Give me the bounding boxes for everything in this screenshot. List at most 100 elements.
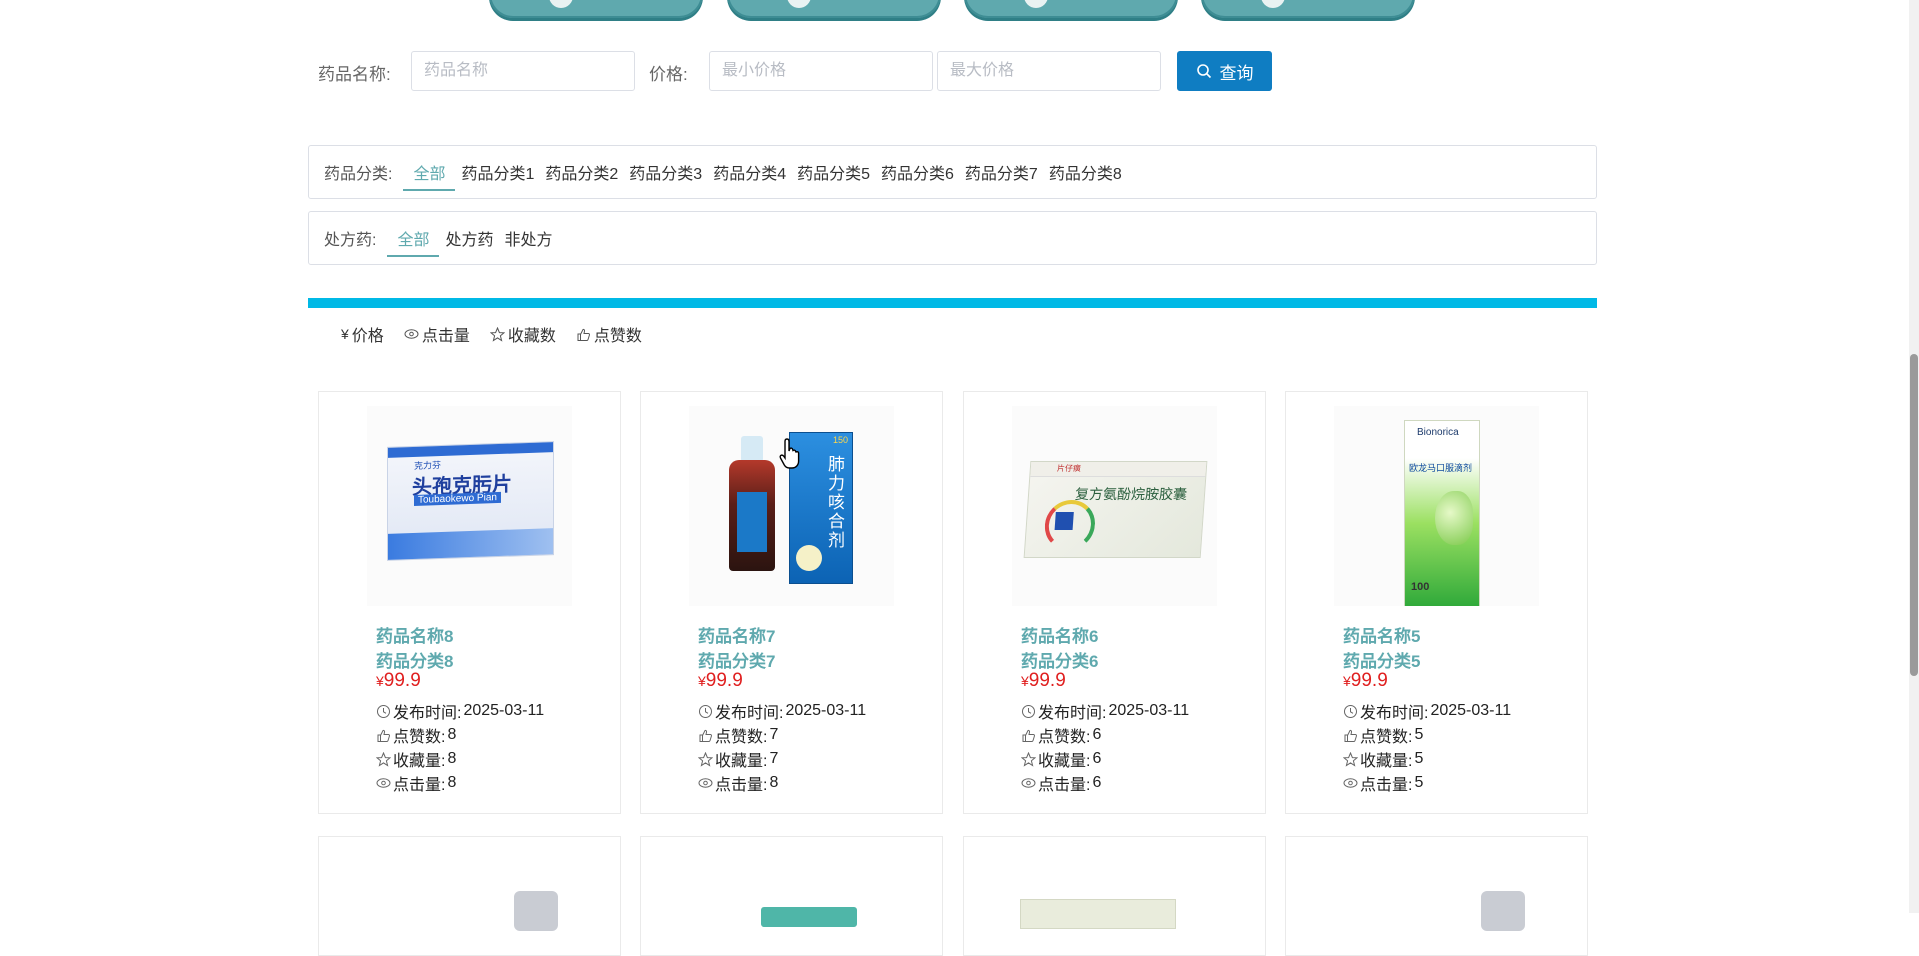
prescription-filter-label: 处方药:	[324, 232, 377, 249]
category-7[interactable]: 药品分类7	[965, 154, 1038, 190]
clicks-label: 点击量:	[393, 777, 446, 794]
product-card[interactable]: 片仔癀 复方氨酚烷胺胶囊 药品名称6 药品分类6 ¥99.9 发布时间: 2025-03-1…	[963, 391, 1266, 814]
thumbs-up-icon	[577, 328, 590, 341]
prescription-filter: 处方药: 全部 处方药 非处方	[308, 211, 1597, 265]
favorites-value: 6	[1092, 750, 1102, 767]
min-price-input[interactable]	[709, 51, 933, 91]
scrollbar-thumb[interactable]	[1910, 354, 1918, 676]
publish-date: 发布时间: 2025-03-11	[698, 699, 866, 723]
search-button[interactable]: 查询	[1177, 51, 1272, 91]
product-card-partial[interactable]	[1285, 836, 1588, 956]
clicks-value: 5	[1414, 774, 1424, 791]
currency-symbol: ¥	[1021, 673, 1029, 689]
product-card[interactable]: Bionorica 欧龙马口服滴剂 100 药品名称5 药品分类5 ¥99.9 发布时间: 2…	[1285, 391, 1588, 814]
clicks-count: 点击量: 6	[1021, 771, 1101, 795]
likes-count: 点赞数: 7	[698, 723, 778, 747]
product-category: 药品分类7	[698, 652, 776, 671]
product-card[interactable]: 克力芬 头孢克肟片 Toubaokewo Pian 药品名称8 药品分类8 ¥99.9 发布…	[318, 391, 621, 814]
category-6[interactable]: 药品分类6	[881, 154, 954, 190]
eye-icon	[698, 778, 713, 788]
sort-clicks[interactable]: 点击量	[404, 322, 470, 346]
price-value: 99.9	[383, 670, 421, 691]
sort-price[interactable]: ¥ 价格	[341, 322, 384, 346]
eye-icon	[404, 329, 419, 339]
product-price: ¥99.9	[698, 670, 743, 692]
top-nav-pill-2[interactable]	[727, 0, 941, 18]
rx-prescription[interactable]: 处方药	[445, 220, 493, 256]
rx-otc[interactable]: 非处方	[504, 220, 552, 256]
top-nav-pill-1[interactable]	[489, 0, 703, 18]
product-card-partial[interactable]	[640, 836, 943, 956]
currency-symbol: ¥	[376, 673, 384, 689]
drug-name-label: 药品名称:	[318, 65, 391, 84]
product-image-brand: 片仔癀	[1056, 464, 1082, 473]
thumbs-up-icon	[1022, 729, 1035, 742]
product-price: ¥99.9	[1343, 670, 1388, 692]
category-8[interactable]: 药品分类8	[1049, 154, 1122, 190]
likes-label: 点赞数:	[715, 729, 768, 746]
clicks-label: 点击量:	[1038, 777, 1091, 794]
product-card-partial[interactable]	[963, 836, 1266, 956]
clicks-value: 8	[447, 774, 457, 791]
sort-favorites[interactable]: 收藏数	[489, 322, 556, 346]
product-image[interactable]: 片仔癀复方氨酚烷胺胶囊	[1012, 406, 1217, 606]
price-value: 99.9	[705, 670, 743, 691]
likes-value: 7	[769, 726, 779, 743]
publish-label: 发布时间:	[1038, 705, 1107, 722]
likes-value: 8	[447, 726, 457, 743]
product-name[interactable]: 药品名称8	[376, 622, 453, 647]
category-2[interactable]: 药品分类2	[545, 154, 618, 190]
publish-label: 发布时间:	[1360, 705, 1429, 722]
product-name[interactable]: 药品名称6	[1021, 622, 1098, 647]
top-nav-pill-3[interactable]	[964, 0, 1178, 18]
product-image[interactable]: 150 肺力咳合剂	[689, 406, 894, 606]
favorites-value: 7	[769, 750, 779, 767]
clock-icon	[1022, 704, 1035, 718]
favorites-label: 收藏量:	[393, 753, 446, 770]
top-nav-pill-4[interactable]	[1201, 0, 1415, 18]
max-price-input[interactable]	[937, 51, 1161, 91]
clicks-count: 点击量: 5	[1343, 771, 1423, 795]
category-all[interactable]: 全部	[403, 154, 456, 191]
product-image[interactable]: Bionorica 欧龙马口服滴剂 100	[1334, 406, 1539, 606]
star-icon	[376, 751, 391, 767]
sort-favorites-label: 收藏数	[507, 328, 556, 345]
product-image-title: 欧龙马口服滴剂	[1409, 463, 1473, 473]
drug-name-input[interactable]	[411, 51, 635, 91]
category-4[interactable]: 药品分类4	[713, 154, 786, 190]
product-image-title: 复方氨酚烷胺胶囊	[1074, 486, 1188, 502]
product-image-subtitle: Toubaokewo Pian	[414, 491, 501, 506]
category-3[interactable]: 药品分类3	[629, 154, 702, 190]
sort-price-label: 价格	[351, 328, 384, 345]
product-name[interactable]: 药品名称5	[1343, 622, 1420, 647]
likes-label: 点赞数:	[1360, 729, 1413, 746]
sort-likes[interactable]: 点赞数	[576, 322, 642, 346]
likes-label: 点赞数:	[393, 729, 446, 746]
clicks-label: 点击量:	[715, 777, 768, 794]
likes-count: 点赞数: 8	[376, 723, 456, 747]
likes-value: 5	[1414, 726, 1424, 743]
favorites-count: 收藏量: 8	[376, 747, 456, 771]
eye-icon	[1021, 778, 1036, 788]
category-5[interactable]: 药品分类5	[797, 154, 870, 190]
product-price: ¥99.9	[1021, 670, 1066, 692]
sort-clicks-label: 点击量	[421, 328, 470, 345]
eye-icon	[1343, 778, 1358, 788]
product-name[interactable]: 药品名称7	[698, 622, 775, 647]
product-image[interactable]: 克力芬 头孢克肟片 Toubaokewo Pian	[367, 406, 572, 606]
product-image-subtitle: 100	[1411, 581, 1430, 593]
rx-all[interactable]: 全部	[387, 220, 440, 257]
publish-date: 发布时间: 2025-03-11	[1343, 699, 1511, 723]
product-image	[514, 891, 558, 931]
favorites-label: 收藏量:	[715, 753, 768, 770]
product-card-partial[interactable]	[318, 836, 621, 956]
favorites-count: 收藏量: 7	[698, 747, 778, 771]
category-1[interactable]: 药品分类1	[461, 154, 534, 190]
price-value: 99.9	[1028, 670, 1066, 691]
clicks-count: 点击量: 8	[376, 771, 456, 795]
publish-value: 2025-03-11	[785, 702, 867, 719]
publish-date: 发布时间: 2025-03-11	[1021, 699, 1189, 723]
publish-label: 发布时间:	[715, 705, 784, 722]
currency-symbol: ¥	[698, 673, 706, 689]
product-image-brand: Bionorica	[1417, 427, 1459, 438]
